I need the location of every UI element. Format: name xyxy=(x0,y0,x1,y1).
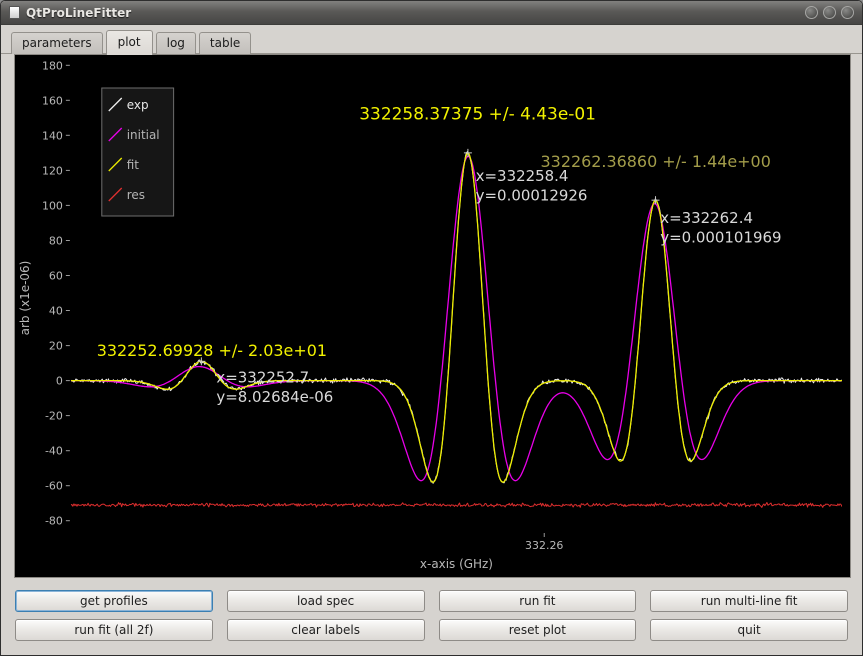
svg-text:fit: fit xyxy=(127,158,140,172)
tab-parameters[interactable]: parameters xyxy=(11,32,103,54)
svg-text:120: 120 xyxy=(42,164,63,177)
minimize-icon[interactable] xyxy=(805,6,818,19)
run-fit-button[interactable]: run fit xyxy=(439,590,637,612)
svg-text:x=332258.4y=0.00012926: x=332258.4y=0.00012926 xyxy=(476,167,588,205)
svg-text:-80: -80 xyxy=(45,515,63,528)
svg-text:res: res xyxy=(127,188,145,202)
app-window: QtProLineFitter parameters plot log tabl… xyxy=(0,0,863,656)
tab-table[interactable]: table xyxy=(199,32,251,54)
svg-text:arb (x1e-06): arb (x1e-06) xyxy=(18,261,32,336)
get-profiles-button[interactable]: get profiles xyxy=(15,590,213,612)
svg-text:-20: -20 xyxy=(45,410,63,423)
svg-text:332.26: 332.26 xyxy=(525,539,563,552)
load-spec-button[interactable]: load spec xyxy=(227,590,425,612)
close-icon[interactable] xyxy=(841,6,854,19)
run-multi-line-fit-button[interactable]: run multi-line fit xyxy=(650,590,848,612)
svg-text:-60: -60 xyxy=(45,480,63,493)
window-title: QtProLineFitter xyxy=(26,6,799,20)
reset-plot-button[interactable]: reset plot xyxy=(439,619,637,641)
window-controls xyxy=(805,6,854,19)
svg-text:80: 80 xyxy=(49,234,63,247)
clear-labels-button[interactable]: clear labels xyxy=(227,619,425,641)
button-grid: get profiles load spec run fit run multi… xyxy=(1,578,862,641)
plot-canvas[interactable]: 180 160 140 120 100 80 60 40 20 0 -20 -40 -60 -80 332.… xyxy=(15,55,850,577)
svg-text:332252.69928 +/- 2.03e+01: 332252.69928 +/- 2.03e+01 xyxy=(97,341,327,360)
svg-text:60: 60 xyxy=(49,269,63,282)
maximize-icon[interactable] xyxy=(823,6,836,19)
svg-text:180: 180 xyxy=(42,59,63,72)
svg-text:332258.37375 +/- 4.43e-01: 332258.37375 +/- 4.43e-01 xyxy=(359,105,596,125)
svg-text:100: 100 xyxy=(42,199,63,212)
tab-plot[interactable]: plot xyxy=(106,30,153,55)
titlebar[interactable]: QtProLineFitter xyxy=(1,1,862,25)
svg-text:40: 40 xyxy=(49,304,63,317)
plot-panel: 180 160 140 120 100 80 60 40 20 0 -20 -40 -60 -80 332.… xyxy=(14,54,851,578)
svg-text:0: 0 xyxy=(56,375,63,388)
quit-button[interactable]: quit xyxy=(650,619,848,641)
svg-text:140: 140 xyxy=(42,129,63,142)
app-icon xyxy=(9,6,20,19)
tab-bar: parameters plot log table xyxy=(1,25,862,54)
svg-text:-40: -40 xyxy=(45,445,63,458)
svg-text:20: 20 xyxy=(49,340,63,353)
svg-text:x=332262.4y=0.000101969: x=332262.4y=0.000101969 xyxy=(660,209,781,247)
run-fit-all-2f-button[interactable]: run fit (all 2f) xyxy=(15,619,213,641)
svg-text:exp: exp xyxy=(127,98,149,112)
svg-text:x=332252.7y=8.02684e-06: x=332252.7y=8.02684e-06 xyxy=(216,368,333,406)
svg-text:332262.36860 +/- 1.44e+00: 332262.36860 +/- 1.44e+00 xyxy=(541,152,771,171)
tab-log[interactable]: log xyxy=(156,32,196,54)
svg-text:initial: initial xyxy=(127,128,160,142)
svg-text:160: 160 xyxy=(42,94,63,107)
svg-text:x-axis (GHz): x-axis (GHz) xyxy=(420,557,493,571)
